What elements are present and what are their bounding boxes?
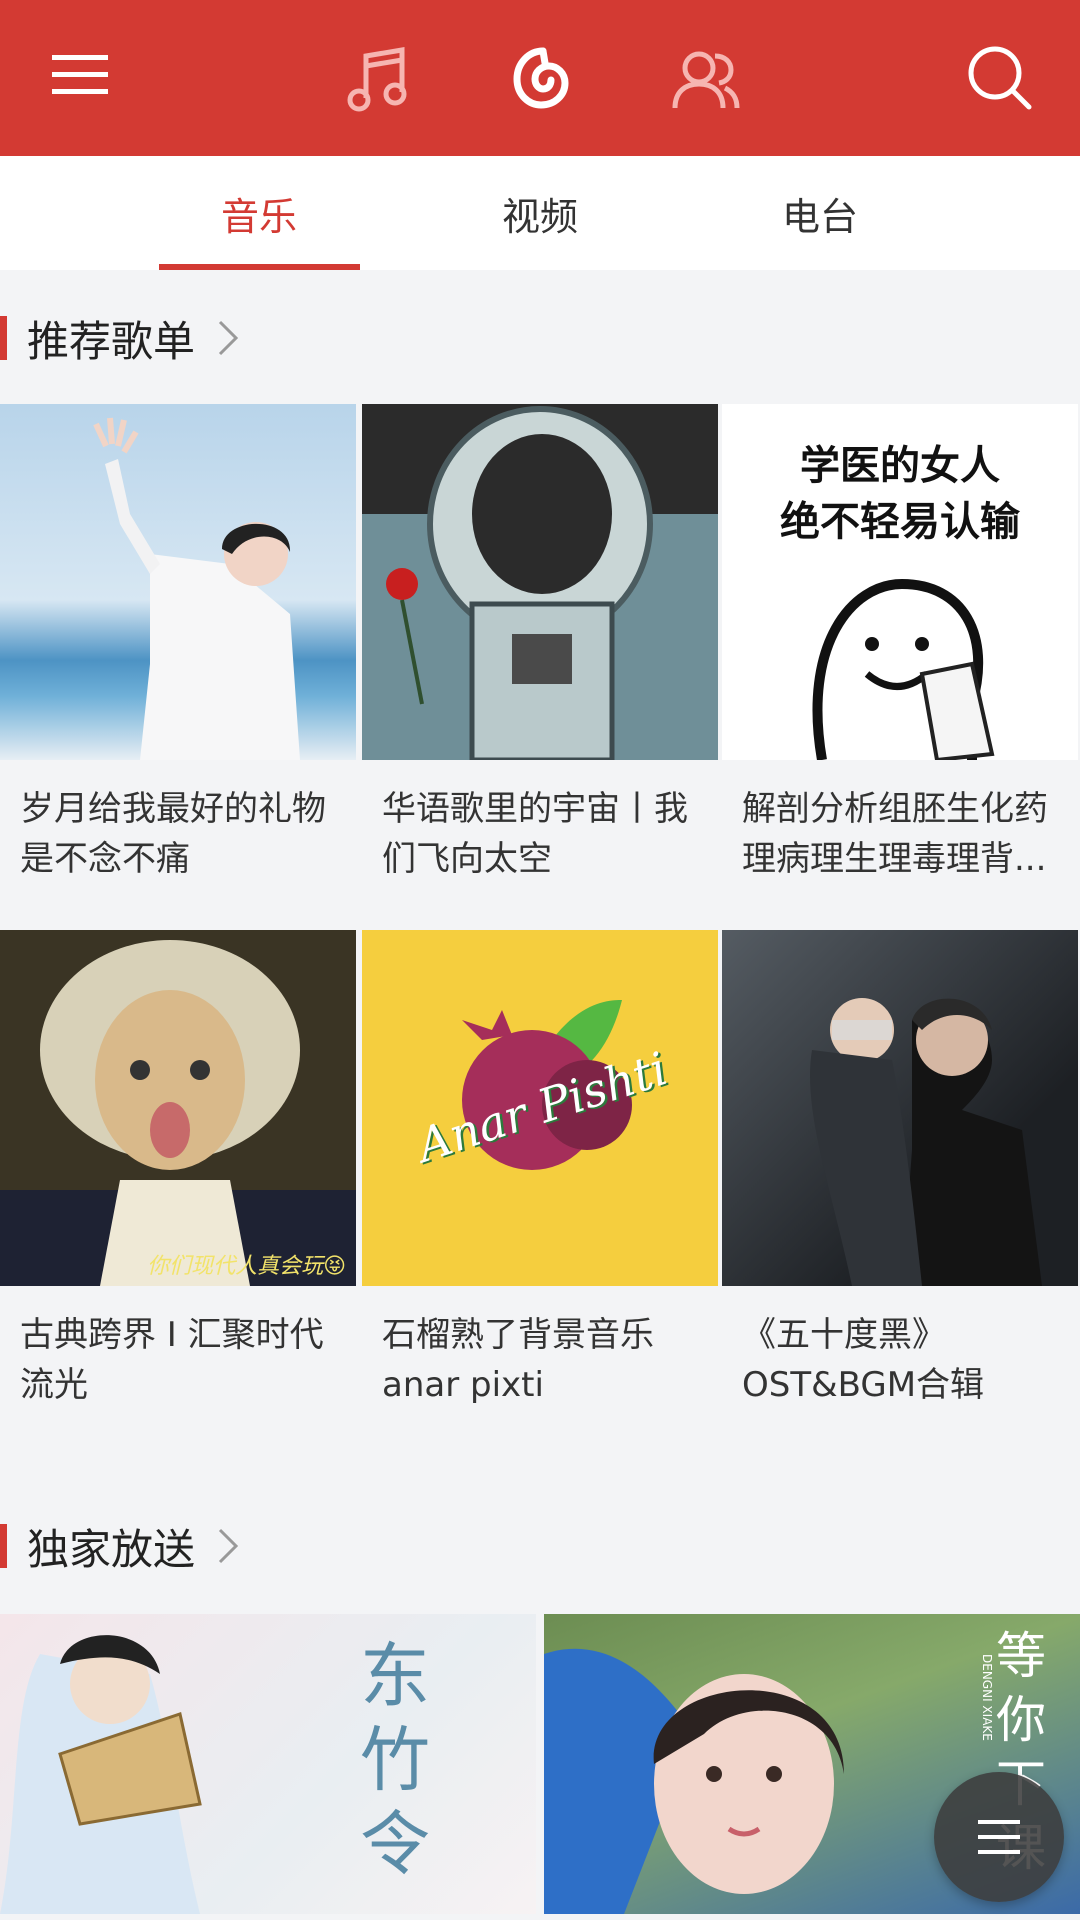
playlist-card[interactable]: Anar Pishti 石榴熟了背景音乐anar pixti (362, 930, 718, 1405)
cover-overlay-caption: 你们现代人真会玩😝 (147, 1254, 346, 1279)
section-accent-bar (0, 1524, 7, 1568)
playlist-card[interactable]: 华语歌里的宇宙丨我们飞向太空 (362, 404, 718, 879)
tab-video[interactable]: 视频 (440, 156, 640, 270)
playlist-grid: 岁月给我最好的礼物是不念不痛 华语歌里的宇宙丨我们飞向太空 学医的女人 绝不轻易… (0, 404, 1080, 1424)
playlist-card[interactable]: 你们现代人真会玩😝 古典跨界 I 汇聚时代流光 (0, 930, 356, 1405)
playlist-title: 石榴熟了背景音乐anar pixti (382, 1315, 654, 1405)
section-title: 推荐歌单 (27, 316, 196, 366)
exclusive-header[interactable]: 独家放送 (0, 1506, 1080, 1586)
playlist-cover (0, 404, 356, 760)
music-note-icon[interactable] (338, 40, 418, 120)
netease-logo-icon[interactable] (498, 36, 582, 120)
cover-calligraphy: 东竹令 (360, 1635, 430, 1885)
playlist-cover (722, 930, 1078, 1286)
top-app-bar (0, 0, 1080, 156)
playlist-cover (362, 404, 718, 760)
playlist-title: 古典跨界 I 汇聚时代流光 (20, 1315, 324, 1405)
playlist-cover: Anar Pishti (362, 930, 718, 1286)
section-accent-bar (0, 316, 7, 360)
content-tabs: 音乐 视频 电台 (0, 156, 1080, 270)
floating-menu-button[interactable] (934, 1772, 1064, 1902)
chevron-right-icon (217, 319, 239, 357)
recommended-playlists-header[interactable]: 推荐歌单 (0, 298, 1080, 378)
playlist-cover: 你们现代人真会玩😝 (0, 930, 356, 1286)
active-tab-indicator (159, 264, 360, 270)
playlist-title: 解剖分析组胚生化药理病理生理毒理背... (742, 789, 1048, 879)
playlist-title: 华语歌里的宇宙丨我们飞向太空 (382, 789, 688, 879)
search-icon[interactable] (958, 36, 1042, 120)
list-icon (978, 1820, 1020, 1854)
playlist-title: 《五十度黑》OST&BGM合辑 (742, 1315, 985, 1405)
cover-pinyin: DENGNI XIAKE (980, 1654, 994, 1741)
playlist-cover: 学医的女人 绝不轻易认输 (722, 404, 1078, 760)
chevron-right-icon (217, 1527, 239, 1565)
section-title: 独家放送 (27, 1524, 196, 1574)
tab-radio[interactable]: 电台 (720, 156, 920, 270)
playlist-card[interactable]: 岁月给我最好的礼物是不念不痛 (0, 404, 356, 879)
friends-icon[interactable] (664, 40, 748, 120)
menu-icon[interactable] (40, 40, 120, 110)
playlist-card[interactable]: 学医的女人 绝不轻易认输 解剖分析组胚生化药理病理生理毒理背... (722, 404, 1078, 879)
playlist-card[interactable]: 《五十度黑》OST&BGM合辑 (722, 930, 1078, 1405)
playlist-title: 岁月给我最好的礼物是不念不痛 (20, 789, 326, 879)
exclusive-card[interactable]: 东竹令 (0, 1614, 536, 1914)
tab-music[interactable]: 音乐 (159, 156, 359, 270)
